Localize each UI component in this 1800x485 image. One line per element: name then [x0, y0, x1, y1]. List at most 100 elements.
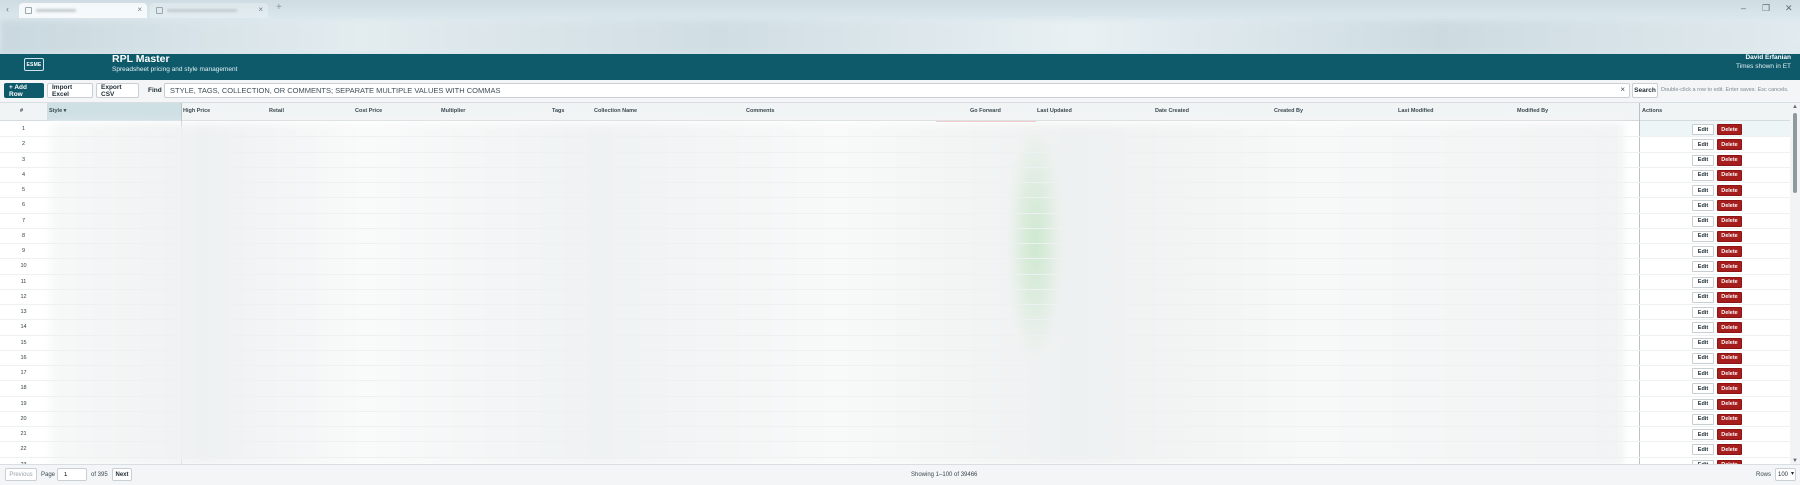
edit-button[interactable]: Edit: [1692, 444, 1714, 456]
row-actions: EditDelete: [1692, 429, 1742, 441]
delete-button[interactable]: Delete: [1717, 291, 1742, 303]
delete-button[interactable]: Delete: [1717, 368, 1742, 379]
delete-button[interactable]: Delete: [1717, 139, 1742, 151]
clear-search-icon[interactable]: ×: [1620, 85, 1625, 94]
next-page-button[interactable]: Next: [112, 468, 132, 481]
browser-back-icon[interactable]: ‹: [6, 4, 9, 14]
page-number-input[interactable]: [57, 468, 87, 481]
delete-button[interactable]: Delete: [1717, 124, 1742, 135]
col-header-style[interactable]: Style ▾: [49, 108, 66, 114]
row-actions: EditDelete: [1692, 307, 1742, 319]
row-actions: EditDelete: [1692, 276, 1742, 289]
scroll-up-icon[interactable]: ▲: [1792, 104, 1798, 110]
row-actions: EditDelete: [1692, 154, 1742, 167]
edit-button[interactable]: Edit: [1692, 429, 1714, 440]
col-header-modified-by[interactable]: Modified By: [1517, 108, 1548, 114]
row-divider: [0, 227, 1790, 229]
delete-button[interactable]: Delete: [1717, 230, 1742, 242]
edit-button[interactable]: Edit: [1692, 322, 1714, 334]
export-csv-button[interactable]: Export CSV: [96, 83, 139, 98]
delete-button[interactable]: Delete: [1717, 261, 1742, 273]
delete-button[interactable]: Delete: [1717, 383, 1742, 395]
edit-button[interactable]: Edit: [1692, 383, 1714, 395]
delete-button[interactable]: Delete: [1717, 337, 1742, 349]
col-header-created-by[interactable]: Created By: [1274, 108, 1303, 114]
edit-button[interactable]: Edit: [1692, 246, 1714, 257]
row-actions: EditDelete: [1692, 230, 1742, 243]
delete-button[interactable]: Delete: [1717, 215, 1742, 227]
minimize-icon[interactable]: –: [1741, 3, 1746, 13]
delete-button[interactable]: Delete: [1717, 398, 1742, 410]
search-field[interactable]: ×: [164, 83, 1630, 98]
row-actions: EditDelete: [1692, 246, 1742, 258]
delete-button[interactable]: Delete: [1717, 169, 1742, 181]
add-row-button[interactable]: + Add Row: [4, 83, 44, 98]
col-header-tags[interactable]: Tags: [552, 108, 564, 114]
delete-button[interactable]: Delete: [1717, 322, 1742, 334]
blurred-cell-content: [50, 123, 1624, 465]
delete-button[interactable]: Delete: [1717, 200, 1742, 212]
vertical-scrollbar[interactable]: ▲ ▼: [1790, 103, 1800, 465]
edit-button[interactable]: Edit: [1692, 154, 1714, 166]
rows-per-page-select[interactable]: 100 ▾: [1775, 468, 1796, 481]
edit-button[interactable]: Edit: [1692, 368, 1714, 379]
scrollbar-thumb[interactable]: [1793, 113, 1797, 193]
edit-button[interactable]: Edit: [1692, 337, 1714, 349]
new-tab-icon[interactable]: +: [276, 2, 282, 13]
edit-button[interactable]: Edit: [1692, 200, 1714, 212]
col-header-date-created[interactable]: Date Created: [1155, 108, 1189, 114]
col-header-retail[interactable]: Retail: [269, 108, 284, 114]
delete-button[interactable]: Delete: [1717, 154, 1742, 166]
data-grid: # Style ▾ High Price Retail Cost Price M…: [0, 102, 1800, 473]
col-header-go-forward[interactable]: Go Forward: [970, 108, 1001, 114]
restore-icon[interactable]: ❐: [1762, 3, 1770, 14]
grid-header: # Style ▾ High Price Retail Cost Price M…: [0, 103, 1800, 121]
delete-button[interactable]: Delete: [1717, 246, 1742, 257]
edit-button[interactable]: Edit: [1692, 307, 1714, 318]
row-divider: [0, 151, 1790, 153]
delete-button[interactable]: Delete: [1717, 276, 1742, 288]
edit-button[interactable]: Edit: [1692, 139, 1714, 151]
window-close-icon[interactable]: ✕: [1785, 3, 1793, 14]
col-header-collection-name[interactable]: Collection Name: [594, 108, 637, 114]
row-divider: [0, 395, 1790, 397]
tab-close-icon[interactable]: ×: [137, 5, 142, 14]
edit-button[interactable]: Edit: [1692, 291, 1714, 303]
delete-button[interactable]: Delete: [1717, 429, 1742, 440]
browser-tab-active[interactable]: ×: [19, 3, 147, 18]
browser-tab[interactable]: ×: [150, 3, 268, 18]
edit-button[interactable]: Edit: [1692, 352, 1714, 364]
edit-button[interactable]: Edit: [1692, 276, 1714, 288]
edit-button[interactable]: Edit: [1692, 169, 1714, 181]
delete-button[interactable]: Delete: [1717, 307, 1742, 318]
edit-button[interactable]: Edit: [1692, 413, 1714, 425]
edit-button[interactable]: Edit: [1692, 261, 1714, 273]
col-header-multiplier[interactable]: Multiplier: [441, 108, 465, 114]
search-button[interactable]: Search: [1632, 83, 1658, 98]
col-header-last-updated[interactable]: Last Updated: [1037, 108, 1072, 114]
import-excel-button[interactable]: Import Excel: [47, 83, 93, 98]
edit-button[interactable]: Edit: [1692, 185, 1714, 196]
row-actions: EditDelete: [1692, 398, 1742, 411]
col-header-comments[interactable]: Comments: [746, 108, 774, 114]
delete-button[interactable]: Delete: [1717, 444, 1742, 456]
delete-button[interactable]: Delete: [1717, 185, 1742, 196]
find-label: Find: [148, 87, 162, 94]
edit-button[interactable]: Edit: [1692, 215, 1714, 227]
chevron-down-icon: ▾: [1790, 471, 1794, 477]
edit-button[interactable]: Edit: [1692, 124, 1714, 135]
delete-button[interactable]: Delete: [1717, 413, 1742, 425]
search-input[interactable]: [165, 84, 1605, 97]
delete-button[interactable]: Delete: [1717, 352, 1742, 364]
previous-page-button[interactable]: Previous: [5, 468, 37, 481]
edit-button[interactable]: Edit: [1692, 398, 1714, 410]
row-actions: EditDelete: [1692, 352, 1742, 365]
edit-button[interactable]: Edit: [1692, 230, 1714, 242]
tab-close-icon[interactable]: ×: [258, 5, 263, 14]
row-actions: EditDelete: [1692, 337, 1742, 350]
col-header-actions: Actions: [1642, 108, 1663, 114]
col-header-cost-price[interactable]: Cost Price: [355, 108, 382, 114]
col-header-last-modified[interactable]: Last Modified: [1398, 108, 1433, 114]
col-header-high-price[interactable]: High Price: [183, 108, 210, 114]
row-divider: [0, 288, 1790, 290]
